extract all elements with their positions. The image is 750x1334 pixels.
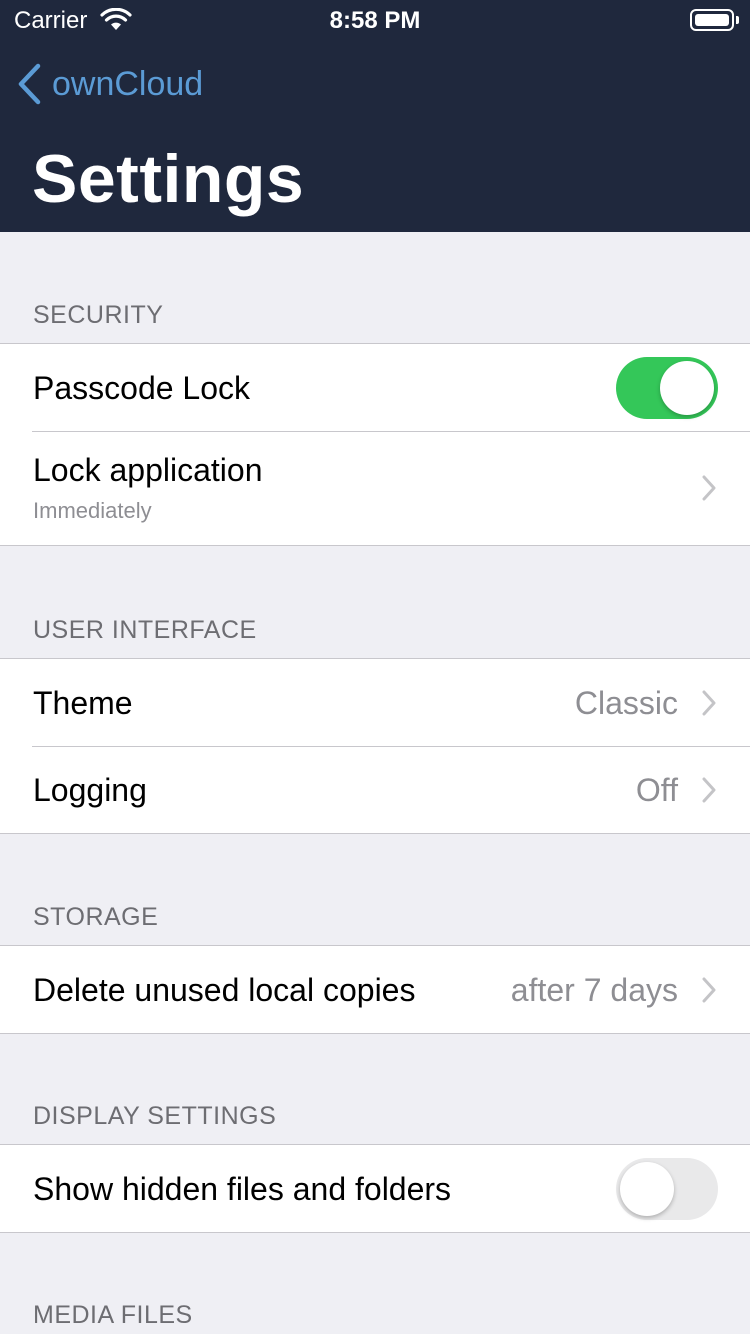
user-interface-group: Theme Classic Logging Off [0,658,750,834]
theme-value: Classic [574,685,678,721]
logging-row[interactable]: Logging Off [0,746,750,833]
battery-tip [736,16,739,24]
lock-application-subtitle: Immediately [33,498,152,523]
passcode-lock-label: Passcode Lock [33,370,251,406]
delete-unused-copies-row[interactable]: Delete unused local copies after 7 days [0,946,750,1033]
passcode-lock-row: Passcode Lock [0,344,750,431]
show-hidden-files-toggle[interactable] [616,1158,718,1220]
logging-label: Logging [33,772,147,808]
chevron-right-icon [702,690,716,716]
chevron-right-icon [702,475,716,501]
delete-unused-copies-label: Delete unused local copies [33,972,416,1008]
lock-application-row[interactable]: Lock application Immediately [0,431,750,545]
show-hidden-files-row: Show hidden files and folders [0,1145,750,1232]
passcode-lock-toggle[interactable] [616,357,718,419]
show-hidden-files-label: Show hidden files and folders [33,1171,452,1207]
section-header-security: SECURITY [33,301,164,329]
section-header-user-interface: USER INTERFACE [33,616,257,644]
back-button[interactable]: ownCloud [16,62,203,106]
back-label: ownCloud [52,64,204,103]
logging-value: Off [635,772,678,808]
section-header-media-files: MEDIA FILES [33,1301,193,1329]
back-chevron-icon [18,63,41,105]
theme-label: Theme [33,685,133,721]
chevron-right-icon [702,777,716,803]
battery-icon [690,9,734,31]
status-bar: Carrier 8:58 PM [0,0,750,40]
toggle-knob [660,361,714,415]
navigation-header: Carrier 8:58 PM ownCloud Settings [0,0,750,232]
theme-row[interactable]: Theme Classic [0,659,750,746]
chevron-right-icon [702,977,716,1003]
section-header-storage: STORAGE [33,903,159,931]
lock-application-label: Lock application [33,452,263,488]
page-title: Settings [32,141,305,217]
display-settings-group: Show hidden files and folders [0,1144,750,1233]
storage-group: Delete unused local copies after 7 days [0,945,750,1034]
security-group: Passcode Lock Lock application Immediate… [0,343,750,546]
section-header-display-settings: DISPLAY SETTINGS [33,1102,277,1130]
delete-unused-copies-value: after 7 days [510,972,678,1008]
toggle-knob [620,1162,674,1216]
status-time: 8:58 PM [329,7,421,34]
